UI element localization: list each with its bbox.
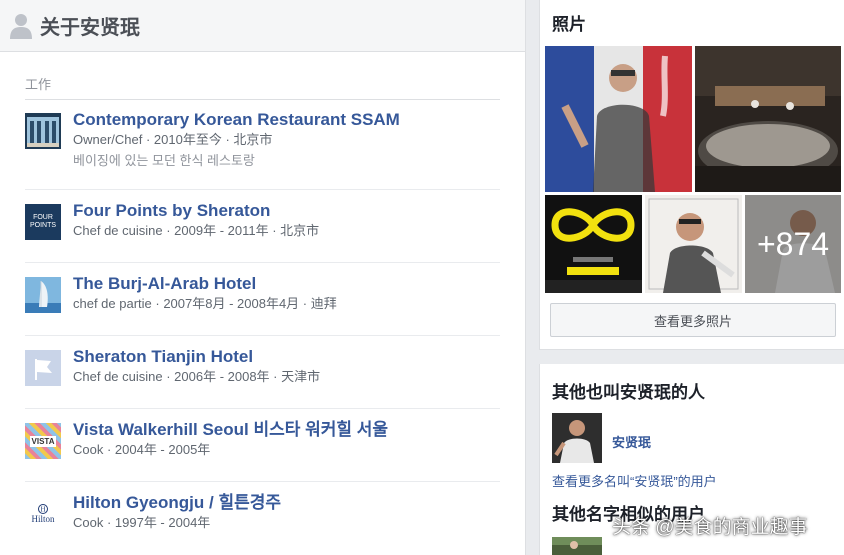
ssam-logo[interactable] bbox=[25, 113, 61, 149]
page-title: 关于安贤珉 bbox=[40, 17, 140, 39]
chef-portrait-photo bbox=[645, 195, 742, 293]
photos-title: 照片 bbox=[552, 15, 586, 34]
job-meta: Owner/Chef · 2010年至今 · 北京市 bbox=[73, 132, 273, 147]
similar-person-image bbox=[552, 537, 602, 555]
people-title: 其他也叫安贤珉的人 bbox=[552, 383, 705, 402]
job-meta: Chef de cuisine · 2006年 - 2008年 · 天津市 bbox=[73, 369, 321, 384]
job-name[interactable]: The Burj-Al-Arab Hotel bbox=[73, 274, 500, 294]
job-item: VISTA Vista Walkerhill Seoul 비스타 워커힐 서울 … bbox=[25, 420, 500, 482]
see-more-people-link[interactable]: 查看更多名叫“安贤珉”的用户 bbox=[552, 471, 717, 490]
photo-more-thumbnail[interactable]: +874 bbox=[745, 195, 841, 293]
avatar[interactable] bbox=[552, 413, 602, 463]
job-item: H Hilton Hilton Gyeongju / 힐튼경주 Cook · 1… bbox=[25, 493, 500, 555]
hilton-mark-icon: H bbox=[38, 504, 48, 514]
burj-al-arab-logo[interactable] bbox=[25, 277, 61, 313]
job-item: The Burj-Al-Arab Hotel chef de partie · … bbox=[25, 274, 500, 336]
person-name-link[interactable]: 安贤珉 bbox=[612, 432, 651, 451]
job-meta: Chef de cuisine · 2009年 - 2011年 · 北京市 bbox=[73, 223, 320, 238]
about-header: 关于安贤珉 bbox=[0, 0, 525, 52]
work-section-label: 工作 bbox=[25, 74, 500, 100]
yellow-ribbon-photo bbox=[545, 195, 642, 293]
job-description: 베이징에 있는 모던 한식 레스토랑 bbox=[73, 153, 255, 168]
job-name[interactable]: Sheraton Tianjin Hotel bbox=[73, 347, 500, 367]
job-name[interactable]: Four Points by Sheraton bbox=[73, 201, 500, 221]
hilton-logo-text: Hilton bbox=[31, 514, 55, 524]
four-points-logo[interactable]: FOUR POINTS bbox=[25, 204, 61, 240]
chef-tricolor-photo bbox=[545, 46, 692, 192]
job-meta: Cook · 2004年 - 2005年 bbox=[73, 442, 211, 457]
photos-card: 照片 +874 查看更多照片 bbox=[539, 0, 844, 350]
hilton-logo[interactable]: H Hilton bbox=[25, 496, 61, 532]
job-item: FOUR POINTS Four Points by Sheraton Chef… bbox=[25, 201, 500, 263]
vista-logo[interactable]: VISTA bbox=[25, 423, 61, 459]
job-name[interactable]: Contemporary Korean Restaurant SSAM bbox=[73, 110, 500, 130]
flag-placeholder-icon[interactable] bbox=[25, 350, 61, 386]
more-photos-count: +874 bbox=[756, 225, 830, 262]
four-points-logo-text: FOUR POINTS bbox=[29, 214, 57, 229]
kitchen-photo bbox=[695, 46, 841, 192]
job-item: Sheraton Tianjin Hotel Chef de cuisine ·… bbox=[25, 347, 500, 409]
about-panel: 关于安贤珉 工作 Contemporary Korean Restaurant … bbox=[0, 0, 526, 555]
job-name[interactable]: Hilton Gyeongju / 힐튼경주 bbox=[73, 493, 500, 513]
job-meta: chef de partie · 2007年8月 - 2008年4月 · 迪拜 bbox=[73, 296, 337, 311]
photo-thumbnail[interactable] bbox=[545, 46, 692, 192]
job-item: Contemporary Korean Restaurant SSAM Owne… bbox=[25, 110, 500, 190]
photo-thumbnail[interactable] bbox=[545, 195, 642, 293]
job-name[interactable]: Vista Walkerhill Seoul 비스타 워커힐 서울 bbox=[73, 420, 500, 440]
photo-thumbnail[interactable] bbox=[695, 46, 841, 192]
svg-text:H: H bbox=[40, 506, 45, 514]
similar-person-thumbnail[interactable] bbox=[552, 537, 602, 555]
see-more-photos-button[interactable]: 查看更多照片 bbox=[550, 303, 836, 337]
person-icon bbox=[10, 13, 32, 39]
photo-thumbnail[interactable] bbox=[645, 195, 742, 293]
job-meta: Cook · 1997年 - 2004年 bbox=[73, 515, 211, 530]
vista-logo-text: VISTA bbox=[29, 435, 57, 447]
person-avatar-image bbox=[552, 413, 602, 463]
watermark-text: 头条 @美食的商业趣事 bbox=[612, 517, 808, 538]
